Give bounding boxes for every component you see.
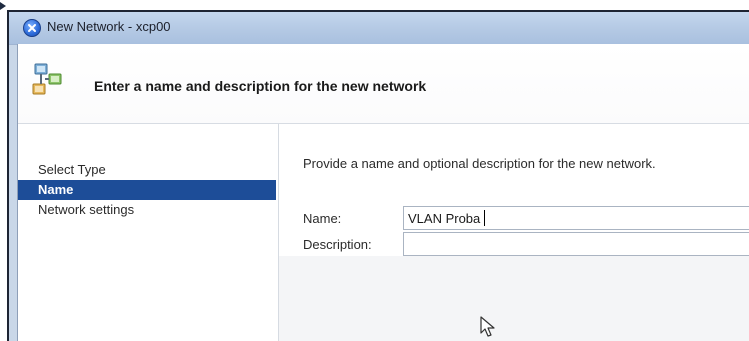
wizard-header: Enter a name and description for the new… [18,44,749,124]
sidebar-item-name[interactable]: Name [18,180,276,200]
description-label: Description: [303,237,372,252]
title-bar[interactable]: New Network - xcp00 [9,12,749,45]
sidebar-item-label: Network settings [38,202,135,217]
sidebar-item-network-settings[interactable]: Network settings [18,200,276,220]
screenshot-stage: New Network - xcp00 Enter a name and des… [0,0,749,341]
name-input[interactable] [403,206,749,230]
sidebar-item-select-type[interactable]: Select Type [18,160,276,180]
window-title: New Network - xcp00 [47,19,171,34]
wizard-steps-sidebar: Select Type Name Network settings [18,124,279,341]
description-input[interactable] [403,232,749,256]
xcp-app-icon [23,19,41,37]
dialog-client-area: Enter a name and description for the new… [17,44,749,341]
instruction-text: Provide a name and optional description … [303,156,656,171]
wizard-heading: Enter a name and description for the new… [94,78,427,94]
name-label: Name: [303,211,342,226]
sidebar-item-label: Name [38,182,74,197]
content-lower-area [279,256,749,341]
mouse-cursor-icon [480,316,498,338]
arrow-marker-icon [0,2,6,10]
text-caret [484,210,485,226]
wizard-page-content: Provide a name and optional description … [279,124,749,341]
sidebar-item-label: Select Type [38,162,106,177]
network-icon [30,62,66,98]
new-network-dialog: New Network - xcp00 Enter a name and des… [7,10,749,341]
